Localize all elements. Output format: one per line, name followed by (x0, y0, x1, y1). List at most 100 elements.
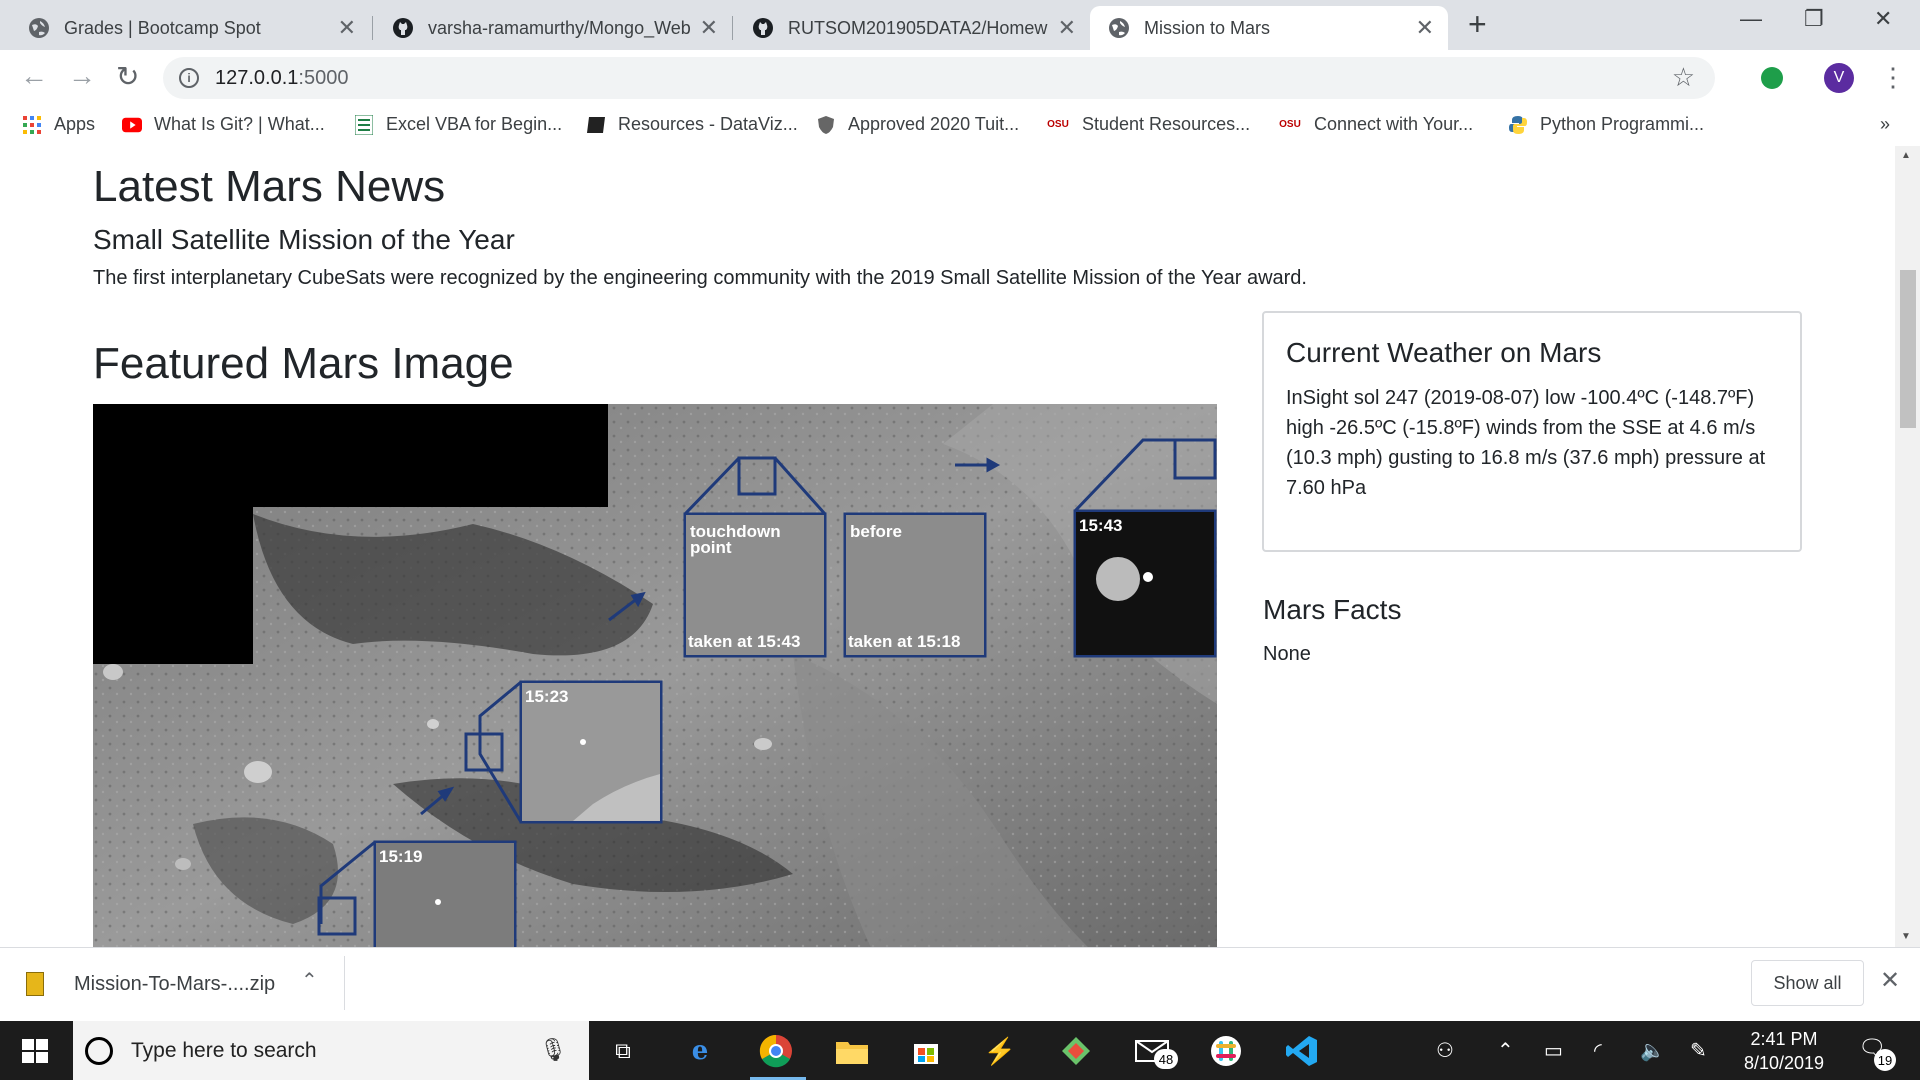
download-shelf: Mission-To-Mars-....zip ⌃ Show all ✕ (0, 947, 1920, 1021)
store-icon[interactable] (906, 1031, 946, 1071)
tab-separator (732, 16, 733, 40)
label-1543: 15:43 (1079, 516, 1122, 535)
weather-text: InSight sol 247 (2019-08-07) low -100.4º… (1286, 387, 1766, 499)
close-tab-icon[interactable]: ✕ (1058, 15, 1076, 41)
menu-kebab-icon[interactable]: ⋮ (1880, 62, 1906, 93)
bookmark-student-resources[interactable]: OSU Student Resources... (1046, 114, 1250, 135)
bookmark-label: What Is Git? | What... (154, 114, 325, 134)
featured-mars-image: touchdown point taken at 15:43 before ta… (93, 404, 1217, 947)
tab-homework[interactable]: RUTSOM201905DATA2/Homewo ✕ (734, 6, 1090, 50)
slack-icon[interactable] (1206, 1031, 1246, 1071)
close-downloads-icon[interactable]: ✕ (1880, 966, 1900, 995)
scrollbar-thumb[interactable] (1900, 270, 1916, 428)
bookmark-label: Approved 2020 Tuit... (848, 114, 1020, 134)
bookmark-star-icon[interactable]: ☆ (1672, 62, 1695, 93)
close-tab-icon[interactable]: ✕ (1416, 15, 1434, 41)
wifi-icon[interactable]: ◜ (1594, 1038, 1602, 1063)
zip-file-icon (26, 972, 44, 996)
weather-heading: Current Weather on Mars (1286, 337, 1602, 368)
globe-icon (1108, 17, 1130, 39)
search-placeholder: Type here to search (131, 1038, 317, 1062)
people-icon[interactable]: ⚇ (1436, 1038, 1454, 1063)
restore-icon[interactable]: ❐ (1804, 6, 1824, 32)
system-clock[interactable]: 2:41 PM 8/10/2019 (1724, 1027, 1844, 1075)
bookmark-label: Student Resources... (1082, 114, 1251, 134)
label-before: before (850, 522, 902, 541)
more-bookmarks-chevron-icon[interactable]: » (1880, 114, 1890, 135)
battery-icon[interactable]: ▭ (1544, 1038, 1563, 1063)
url-host: 127.0.0.1 (215, 66, 299, 89)
show-all-button[interactable]: Show all (1751, 960, 1864, 1006)
close-window-icon[interactable]: ✕ (1874, 6, 1892, 32)
bookmark-label: Excel VBA for Begin... (386, 114, 563, 134)
bookmark-label: Apps (54, 114, 96, 134)
youtube-icon (122, 115, 142, 135)
bookmark-excel-vba[interactable]: Excel VBA for Begin... (354, 114, 562, 135)
tab-strip: Grades | Bootcamp Spot ✕ varsha-ramamurt… (0, 0, 1920, 50)
back-arrow-icon[interactable]: ← (20, 60, 48, 92)
book-icon (586, 115, 606, 135)
tab-title: RUTSOM201905DATA2/Homewo (788, 17, 1048, 38)
cortana-icon (85, 1036, 113, 1065)
tab-mission-to-mars[interactable]: Mission to Mars ✕ (1090, 6, 1448, 50)
bookmark-label: Connect with Your... (1314, 114, 1474, 134)
chrome-icon[interactable] (756, 1031, 796, 1071)
close-tab-icon[interactable]: ✕ (700, 15, 718, 41)
osu-logo-icon: OSU (1047, 119, 1069, 130)
tab-grades[interactable]: Grades | Bootcamp Spot ✕ (10, 6, 370, 50)
show-hidden-icons-chevron[interactable]: ⌃ (1497, 1038, 1514, 1063)
page-content: Latest Mars News Small Satellite Mission… (0, 146, 1920, 947)
page-scrollbar[interactable]: ▲ ▼ (1895, 146, 1920, 947)
bookmark-what-is-git[interactable]: What Is Git? | What... (122, 114, 325, 135)
github-icon (752, 17, 774, 39)
bookmark-approved-tuition[interactable]: Approved 2020 Tuit... (816, 114, 1019, 135)
download-item[interactable]: Mission-To-Mars-....zip (26, 972, 275, 996)
vscode-icon[interactable] (1282, 1031, 1322, 1071)
action-center-icon[interactable]: 🗨 19 (1858, 1035, 1896, 1071)
news-paragraph: The first interplanetary CubeSats were r… (93, 267, 1307, 289)
mail-icon[interactable]: 48 (1132, 1031, 1178, 1071)
bookmark-connect[interactable]: OSU Connect with Your... (1278, 114, 1473, 135)
scroll-up-arrow-icon[interactable]: ▲ (1901, 150, 1911, 161)
volume-icon[interactable]: 🔈 (1640, 1038, 1665, 1063)
download-divider (344, 956, 345, 1010)
reload-icon[interactable]: ↻ (116, 60, 139, 93)
forward-arrow-icon[interactable]: → (68, 60, 96, 92)
bookmark-label: Python Programmi... (1540, 114, 1705, 134)
windows-start-icon[interactable] (22, 1039, 48, 1063)
featured-image-heading: Featured Mars Image (93, 339, 514, 388)
bookmark-python-programming[interactable]: Python Programmi... (1508, 114, 1704, 135)
extension-icon[interactable] (1761, 67, 1783, 89)
profile-avatar[interactable]: V (1824, 63, 1854, 93)
spreadsheet-icon (354, 114, 374, 135)
taskbar-search-box[interactable]: Type here to search 🎙 (73, 1021, 589, 1080)
edge-icon[interactable]: e (680, 1031, 720, 1071)
close-tab-icon[interactable]: ✕ (338, 15, 356, 41)
tab-title: Grades | Bootcamp Spot (64, 17, 261, 38)
minimize-icon[interactable]: — (1740, 6, 1762, 32)
bookmarks-bar: Apps What Is Git? | What... Excel VBA fo… (0, 106, 1920, 146)
mars-weather-card: Current Weather on Mars InSight sol 247 … (1262, 311, 1802, 552)
browser-toolbar: ← → ↻ i 127.0.0.1:5000 ☆ V ⋮ (0, 50, 1920, 106)
download-filename: Mission-To-Mars-....zip (74, 972, 276, 995)
mail-badge: 48 (1154, 1049, 1178, 1069)
bookmark-dataviz-resources[interactable]: Resources - DataViz... (586, 114, 798, 135)
info-icon[interactable]: i (179, 68, 199, 88)
task-view-icon[interactable]: ⧉ (603, 1031, 643, 1071)
file-explorer-icon[interactable] (832, 1031, 872, 1071)
mars-facts-heading: Mars Facts (1263, 594, 1402, 625)
python-icon (1508, 115, 1528, 135)
scroll-down-arrow-icon[interactable]: ▼ (1901, 931, 1911, 942)
address-bar[interactable]: i 127.0.0.1:5000 ☆ (163, 57, 1715, 99)
new-tab-button[interactable]: + (1468, 6, 1487, 43)
label-1523: 15:23 (525, 687, 568, 706)
shield-icon (816, 115, 836, 135)
bookmark-apps[interactable]: Apps (22, 114, 95, 135)
git-tool-icon[interactable] (1056, 1031, 1096, 1071)
tab-mongo-web[interactable]: varsha-ramamurthy/Mongo_Web ✕ (374, 6, 732, 50)
pen-icon[interactable]: ✎ (1690, 1038, 1707, 1063)
apps-grid-icon (22, 115, 42, 135)
chevron-up-icon[interactable]: ⌃ (301, 968, 318, 993)
vscode-insiders-icon[interactable]: ⚡ (980, 1031, 1020, 1071)
microphone-icon[interactable]: 🎙 (539, 1037, 567, 1063)
